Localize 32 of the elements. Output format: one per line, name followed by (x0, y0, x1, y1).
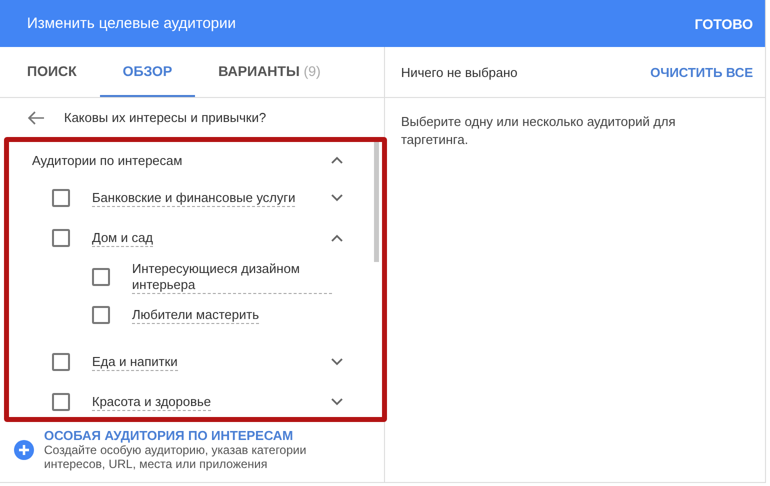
dialog-title: Изменить целевые аудитории (27, 15, 236, 32)
scrollbar-thumb[interactable] (374, 142, 379, 262)
custom-audience-description: Создайте особую аудиторию, указав категории интересов, URL, места или приложения (44, 443, 308, 471)
tab[interactable]: ВАРИАНТЫ (9) (195, 47, 344, 97)
tab[interactable]: ПОИСК (4, 47, 100, 97)
checkbox[interactable] (92, 268, 110, 286)
expand-icon[interactable] (331, 398, 343, 406)
checkbox[interactable] (52, 353, 70, 371)
hint-text: Выберите одну или несколько аудиторий для таргетинга. (400, 113, 677, 149)
category-label[interactable]: Интересующиеся дизайном интерьера (132, 260, 332, 294)
clear-all-button[interactable]: ОЧИСТИТЬ ВСЕ (648, 60, 755, 84)
done-button[interactable]: ГОТОВО (692, 12, 755, 36)
category-label[interactable]: Красота и здоровье (92, 394, 212, 410)
add-icon[interactable] (14, 440, 34, 460)
checkbox[interactable] (92, 306, 110, 324)
selection-status: Ничего не выбрано (401, 64, 518, 80)
checkbox[interactable] (52, 229, 70, 247)
collapse-icon[interactable] (331, 156, 343, 164)
checkbox[interactable] (52, 189, 70, 207)
category-heading: Аудитории по интересам (32, 152, 182, 168)
question-text: Каковы их интересы и привычки? (64, 110, 266, 125)
category-label[interactable]: Банковские и финансовые услуги (92, 190, 296, 206)
expand-icon[interactable] (331, 194, 343, 202)
category-label[interactable]: Любители мастерить (132, 306, 259, 324)
category-label[interactable]: Дом и сад (92, 230, 153, 246)
tab[interactable]: ОБЗОР (100, 47, 196, 97)
custom-audience-link[interactable]: ОСОБАЯ АУДИТОРИЯ ПО ИНТЕРЕСАМ (44, 428, 344, 443)
back-arrow-icon[interactable] (27, 110, 45, 124)
expand-icon[interactable] (331, 358, 343, 366)
category-label[interactable]: Еда и напитки (92, 354, 178, 370)
checkbox[interactable] (52, 393, 70, 411)
collapse-icon[interactable] (331, 234, 343, 242)
